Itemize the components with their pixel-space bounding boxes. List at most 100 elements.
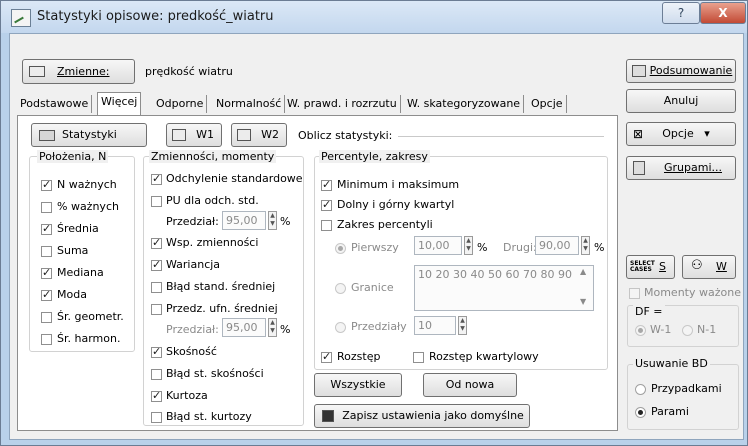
window-title: Statystyki opisowe: predkość_wiatru <box>37 9 274 24</box>
close-button[interactable]: X <box>700 2 746 24</box>
bounds-scroll-up-icon[interactable]: ▲ <box>580 267 586 276</box>
ci-std-checkbox[interactable] <box>151 196 162 207</box>
tab-normalnosc[interactable]: Normalność <box>213 95 286 113</box>
bounds-radio[interactable] <box>335 283 346 294</box>
percentile-group-title: Percentyle, zakresy <box>319 150 430 163</box>
help-button[interactable]: ? <box>662 2 700 24</box>
groups-button[interactable]: Grupami... <box>626 156 736 180</box>
weighted-moments-label: Momenty ważone <box>644 286 741 299</box>
interval2-field[interactable]: 95,00 <box>222 318 266 337</box>
median-label: Mediana <box>57 266 104 279</box>
title-bar: Statystyki opisowe: predkość_wiatru ? X <box>1 1 747 33</box>
quartiles-label: Dolny i górny kwartyl <box>337 198 455 211</box>
w2-button[interactable]: W2 <box>231 123 287 147</box>
casewise-radio[interactable] <box>635 384 646 395</box>
intervals-spinner[interactable]: ▲ ▼ <box>458 316 467 335</box>
variance-checkbox[interactable] <box>151 258 162 271</box>
weight-icon: ⚇ <box>691 258 703 273</box>
intervals-field[interactable]: 10 <box>414 316 456 335</box>
df-n1-radio[interactable] <box>682 325 693 336</box>
first-field[interactable]: 10,00 <box>414 236 462 255</box>
tab-odporne[interactable]: Odporne <box>153 95 208 113</box>
options-button[interactable]: ⊠ Opcje ▾ <box>626 122 736 146</box>
cv-checkbox[interactable] <box>151 236 162 249</box>
df-w1-label: W-1 <box>650 323 672 336</box>
range-checkbox[interactable] <box>321 350 332 363</box>
iqr-checkbox[interactable] <box>413 352 424 363</box>
tab-w-skategoryzowane[interactable]: W. skategoryzowane <box>404 95 525 113</box>
interval-field[interactable]: 95,00 <box>222 211 266 230</box>
interval-label: Przedział: <box>166 215 219 228</box>
range-percentiles-checkbox[interactable] <box>321 220 332 231</box>
df-w1-radio[interactable] <box>635 325 646 336</box>
mode-checkbox[interactable] <box>41 288 52 301</box>
select-cases-label: S <box>659 260 666 273</box>
grid-icon <box>172 129 186 141</box>
se-skewness-checkbox[interactable] <box>151 369 162 380</box>
variance-label: Wariancja <box>166 258 221 271</box>
pairwise-radio[interactable] <box>635 407 646 418</box>
geometric-mean-label: Śr. geometr. <box>57 310 124 323</box>
se-mean-label: Błąd stand. średniej <box>166 280 276 293</box>
w1-button[interactable]: W1 <box>166 123 222 147</box>
separator <box>398 136 604 137</box>
save-default-button[interactable]: Zapisz ustawienia jako domyślne <box>314 404 530 428</box>
weighted-moments-checkbox[interactable] <box>629 288 640 299</box>
select-cases-button[interactable]: SELECT CASES S <box>626 255 675 279</box>
se-kurtosis-checkbox[interactable] <box>151 412 162 423</box>
geometric-mean-checkbox[interactable] <box>41 312 52 323</box>
se-kurtosis-label: Błąd st. kurtozy <box>166 410 252 423</box>
mode-label: Moda <box>57 288 87 301</box>
mean-label: Średnia <box>57 222 99 235</box>
variability-group-title: Zmienności, momenty <box>149 150 277 163</box>
groups-button-label: Grupami... <box>663 161 722 174</box>
weight-button[interactable]: ⚇ W <box>682 255 736 279</box>
ci-mean-checkbox[interactable] <box>151 304 162 315</box>
sum-checkbox[interactable] <box>41 246 52 257</box>
kurtosis-checkbox[interactable] <box>151 389 162 402</box>
median-checkbox[interactable] <box>41 266 52 279</box>
se-mean-checkbox[interactable] <box>151 282 162 293</box>
df-n1-label: N-1 <box>697 323 717 336</box>
first-radio[interactable] <box>335 243 346 254</box>
range-percentiles-label: Zakres percentyli <box>337 218 433 231</box>
mean-checkbox[interactable] <box>41 222 52 235</box>
second-spinner[interactable]: ▲ ▼ <box>581 236 590 255</box>
skewness-checkbox[interactable] <box>151 345 162 358</box>
variable-name: prędkość wiatru <box>145 65 233 78</box>
n-valid-label: N ważnych <box>57 178 117 191</box>
cv-label: Wsp. zmienności <box>166 236 259 249</box>
harmonic-mean-checkbox[interactable] <box>41 334 52 345</box>
missing-title: Usuwanie BD <box>633 357 710 370</box>
quartiles-checkbox[interactable] <box>321 198 332 211</box>
second-label: Drugi: <box>503 241 537 254</box>
intervals-radio[interactable] <box>335 322 346 333</box>
first-spinner[interactable]: ▲ ▼ <box>464 236 473 255</box>
tab-podstawowe[interactable]: Podstawowe <box>17 95 93 113</box>
interval-spinner[interactable]: ▲ ▼ <box>268 211 277 230</box>
skewness-label: Skośność <box>166 345 217 358</box>
harmonic-mean-label: Śr. harmon. <box>57 332 121 345</box>
bounds-textarea[interactable]: 10 20 30 40 50 60 70 80 90 <box>414 265 594 311</box>
options-button-label: Opcje <box>662 127 694 140</box>
location-group-title: Położenia, N <box>37 150 109 163</box>
n-valid-checkbox[interactable] <box>41 178 52 191</box>
std-dev-checkbox[interactable] <box>151 172 162 185</box>
bounds-scroll-down-icon[interactable]: ▼ <box>580 297 586 306</box>
interval2-spinner[interactable]: ▲ ▼ <box>268 318 277 337</box>
tab-wiecej[interactable]: Więcej <box>97 92 142 115</box>
minmax-checkbox[interactable] <box>321 178 332 191</box>
reset-button[interactable]: Od nowa <box>423 373 517 397</box>
all-button[interactable]: Wszystkie <box>314 373 402 397</box>
groups-icon <box>633 161 645 175</box>
variables-button[interactable]: Zmienne: <box>22 59 135 84</box>
pct-valid-checkbox[interactable] <box>41 202 52 213</box>
summary-button[interactable]: Podsumowanie <box>626 59 736 83</box>
options-icon: ⊠ <box>633 127 644 141</box>
tab-w-prawd[interactable]: W. prawd. i rozrzutu <box>284 95 401 113</box>
tab-opcje[interactable]: Opcje <box>528 95 567 113</box>
second-field[interactable]: 90,00 <box>535 236 579 255</box>
cancel-button[interactable]: Anuluj <box>626 89 736 113</box>
statistics-button[interactable]: Statystyki <box>31 123 147 147</box>
std-dev-label: Odchylenie standardowe <box>166 172 303 185</box>
